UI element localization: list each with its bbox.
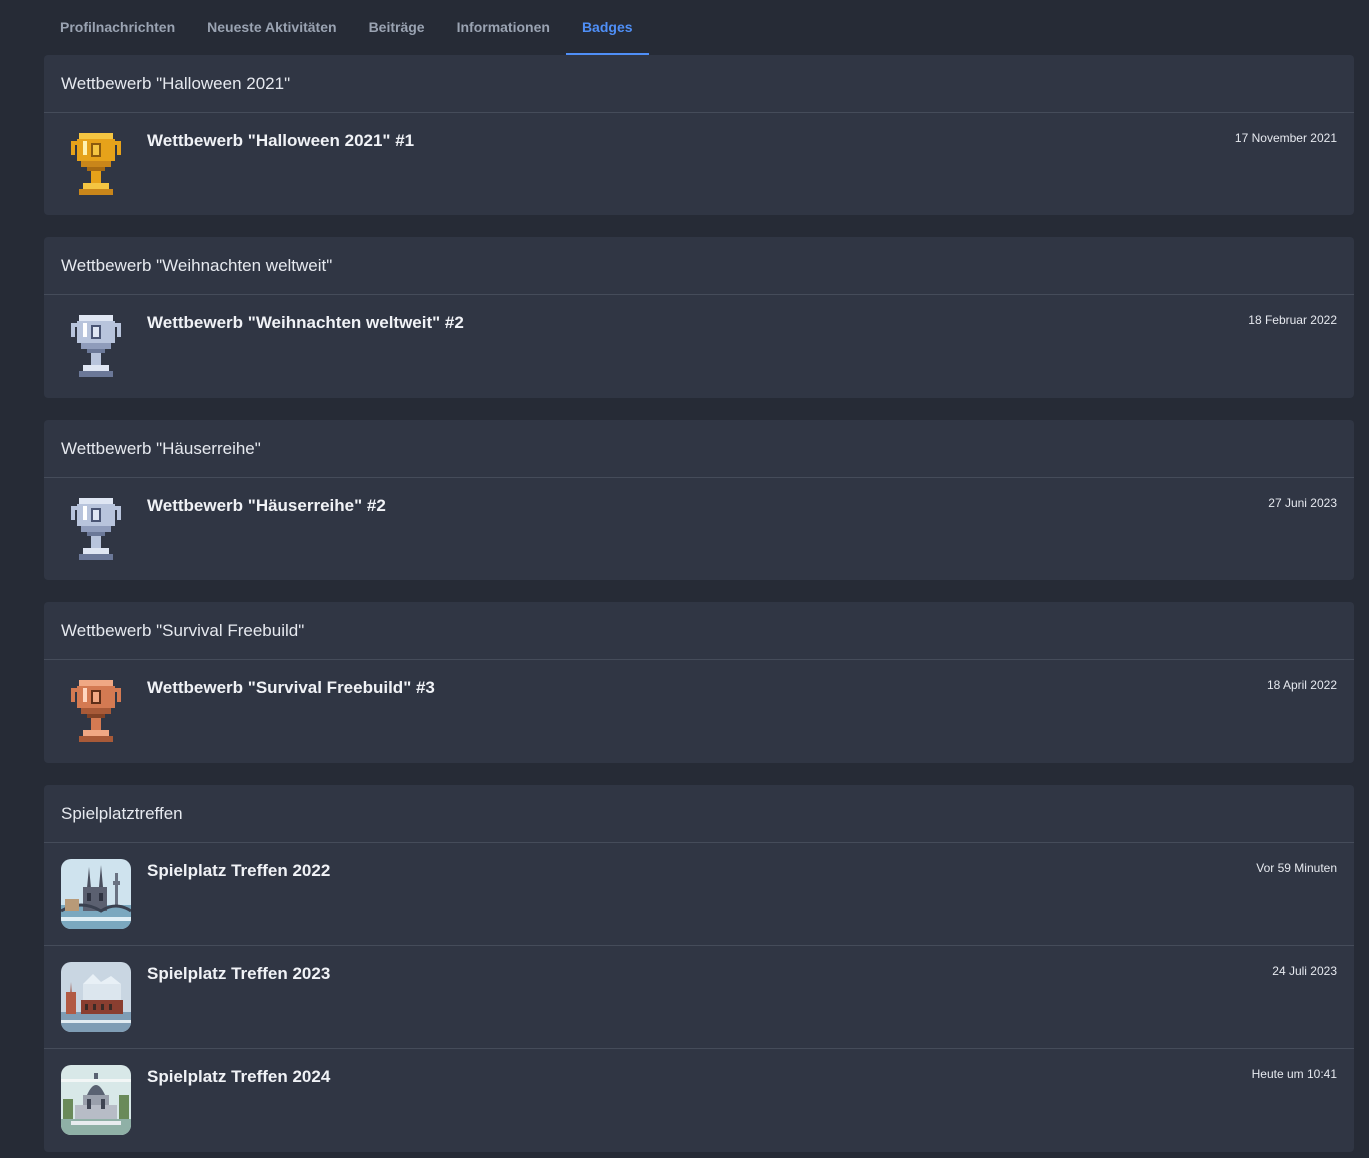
badge-row: Spielplatz Treffen 2022 Vor 59 Minuten <box>44 843 1354 946</box>
badge-date: 18 April 2022 <box>1266 678 1337 692</box>
badge-row: Wettbewerb "Weihnachten weltweit" #2 18 … <box>44 295 1354 398</box>
badge-group-header: Wettbewerb "Weihnachten weltweit" <box>44 237 1354 295</box>
badge-group-survival-freebuild: Wettbewerb "Survival Freebuild" Wettbewe… <box>44 602 1354 763</box>
bronze-trophy-icon <box>61 676 131 746</box>
badge-row: Spielplatz Treffen 2024 Heute um 10:41 <box>44 1049 1354 1152</box>
badge-date: 18 Februar 2022 <box>1248 313 1337 327</box>
badge-row: Spielplatz Treffen 2023 24 Juli 2023 <box>44 946 1354 1049</box>
badge-title: Wettbewerb "Häuserreihe" #2 <box>147 496 386 515</box>
tab-profilnachrichten[interactable]: Profilnachrichten <box>44 0 191 55</box>
badge-group-weihnachten: Wettbewerb "Weihnachten weltweit" Wettbe… <box>44 237 1354 398</box>
badge-group-header: Spielplatztreffen <box>44 785 1354 843</box>
badge-title: Wettbewerb "Weihnachten weltweit" #2 <box>147 313 464 332</box>
domed-building-icon <box>61 1065 131 1135</box>
badge-group-header: Wettbewerb "Halloween 2021" <box>44 55 1354 113</box>
tab-neueste-aktivitaeten[interactable]: Neueste Aktivitäten <box>191 0 352 55</box>
badge-title: Wettbewerb "Survival Freebuild" #3 <box>147 678 435 697</box>
hamburg-elbphilharmonie-icon <box>61 962 131 1032</box>
badge-title: Spielplatz Treffen 2022 <box>147 861 331 880</box>
cologne-cathedral-icon <box>61 859 131 929</box>
badge-row: Wettbewerb "Halloween 2021" #1 17 Novemb… <box>44 113 1354 215</box>
silver-trophy-icon <box>61 494 131 564</box>
badge-date: 24 Juli 2023 <box>1272 964 1337 978</box>
badge-title: Wettbewerb "Halloween 2021" #1 <box>147 131 415 150</box>
badge-date: 17 November 2021 <box>1234 131 1337 145</box>
badge-group-header: Wettbewerb "Häuserreihe" <box>44 420 1354 478</box>
silver-trophy-icon <box>61 311 131 381</box>
badge-date: 27 Juni 2023 <box>1268 496 1337 510</box>
tab-beitraege[interactable]: Beiträge <box>353 0 441 55</box>
gold-trophy-icon <box>61 129 131 199</box>
badge-date: Heute um 10:41 <box>1251 1067 1337 1081</box>
badge-title: Spielplatz Treffen 2024 <box>147 1067 331 1086</box>
badge-row: Wettbewerb "Survival Freebuild" #3 18 Ap… <box>44 660 1354 763</box>
profile-tabs: Profilnachrichten Neueste Aktivitäten Be… <box>44 0 649 55</box>
tab-informationen[interactable]: Informationen <box>441 0 566 55</box>
badge-group-spielplatztreffen: Spielplatztreffen Spielplatz Treffen 202… <box>44 785 1354 1152</box>
badge-group-halloween: Wettbewerb "Halloween 2021" Wettbewerb "… <box>44 55 1354 215</box>
badge-title: Spielplatz Treffen 2023 <box>147 964 331 983</box>
badge-group-haeuserreihe: Wettbewerb "Häuserreihe" Wettbewerb "Häu… <box>44 420 1354 580</box>
badge-date: Vor 59 Minuten <box>1256 861 1337 875</box>
tab-badges[interactable]: Badges <box>565 0 649 55</box>
badge-group-header: Wettbewerb "Survival Freebuild" <box>44 602 1354 660</box>
badge-row: Wettbewerb "Häuserreihe" #2 27 Juni 2023 <box>44 478 1354 580</box>
